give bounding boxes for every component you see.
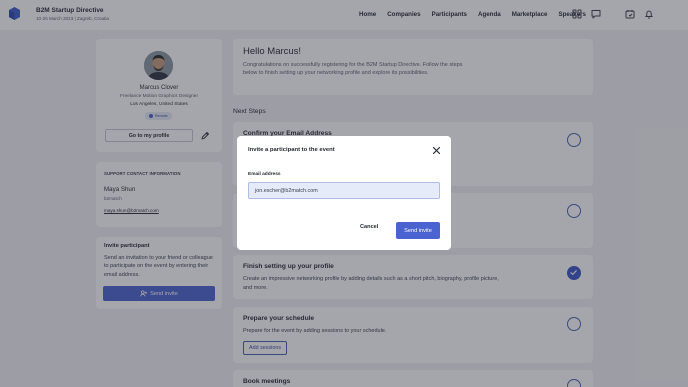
email-field[interactable]: jon.escher@b2match.com	[248, 182, 440, 199]
invite-modal: Invite a participant to the event Email …	[237, 136, 451, 250]
send-invite-button[interactable]: Send invite	[396, 222, 440, 239]
cancel-button[interactable]: Cancel	[360, 224, 378, 230]
email-label: Email address	[248, 172, 281, 177]
close-icon[interactable]	[432, 146, 441, 155]
modal-title: Invite a participant to the event	[248, 147, 335, 153]
